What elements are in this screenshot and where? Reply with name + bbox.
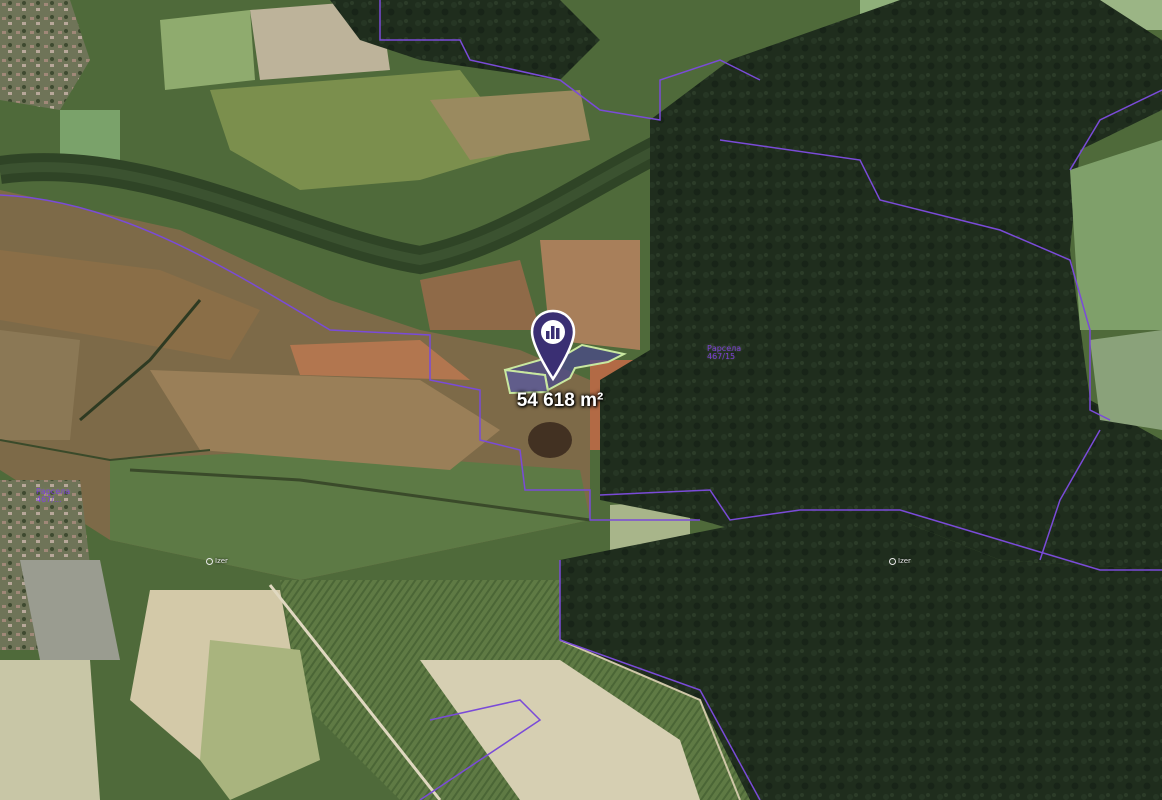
place-marker-icon	[889, 557, 896, 565]
parcel-number-label: Рарсела 467/15	[707, 344, 742, 361]
satellite-map[interactable]: 54 618 m² Рарсела 467/15 Рарсела 467/...…	[0, 0, 1162, 800]
place-label: Izer	[206, 557, 228, 565]
place-label: Izer	[889, 557, 911, 565]
parcel-number-label: Рарсела 467/...	[36, 487, 71, 504]
location-pin[interactable]	[529, 309, 577, 383]
area-measurement-label: 54 618 m²	[516, 390, 604, 411]
place-marker-icon	[206, 557, 213, 565]
